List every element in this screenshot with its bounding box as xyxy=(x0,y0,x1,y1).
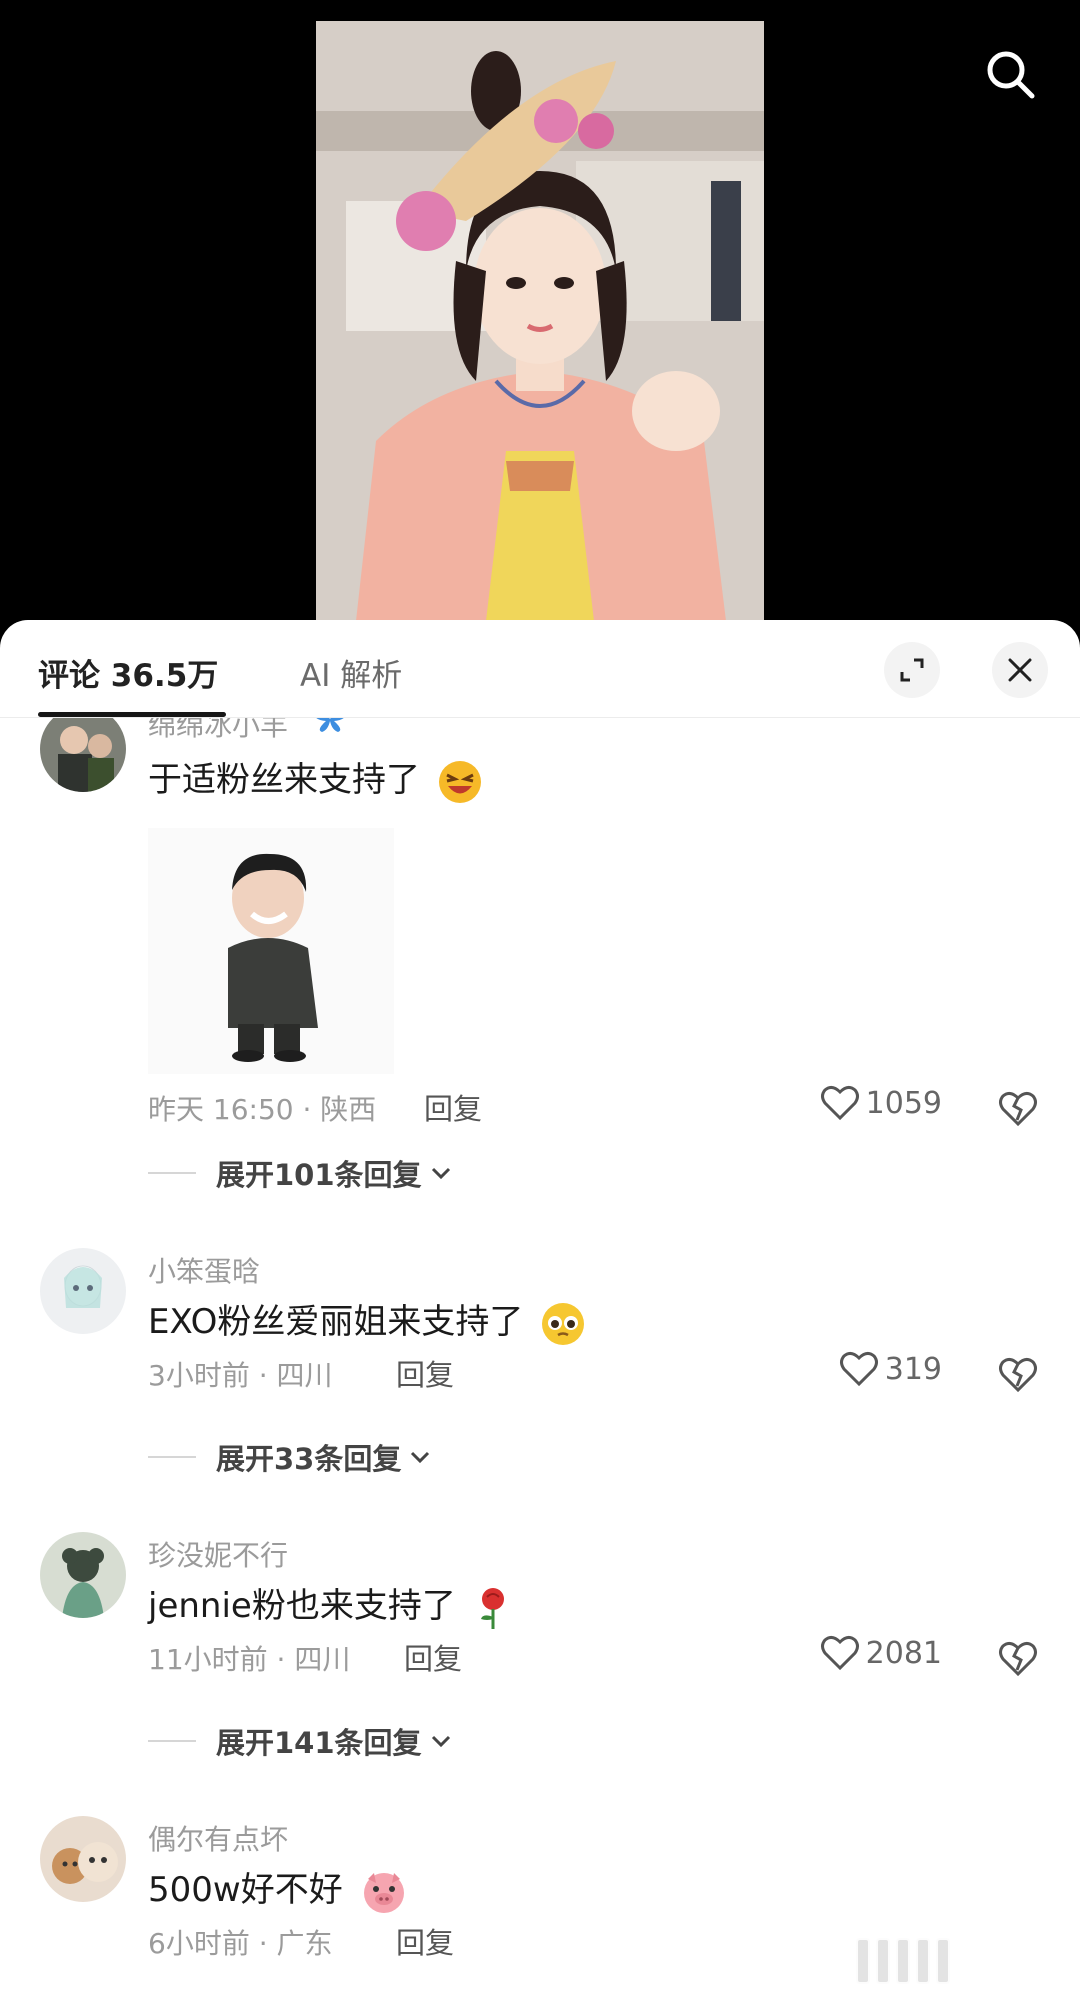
sticker-image xyxy=(148,828,394,1074)
expand-replies-button[interactable]: 展开101条回复 xyxy=(148,1152,454,1194)
comment-username[interactable]: 绵绵冰小羊 xyxy=(148,718,288,744)
heart-icon xyxy=(820,1085,859,1121)
comment-username[interactable]: 小笨蛋晗 xyxy=(148,1250,260,1290)
comment-sheet: 评论 36.5万 AI 解析 绵绵冰小羊 于适粉丝来支持了 昨天 16:50 ·… xyxy=(0,620,1080,2003)
comment-time-location: 6小时前 · 广东 xyxy=(148,1927,333,1960)
comment-item: 珍没妮不行 jennie粉也来支持了 11小时前 · 四川 回复 2081 xyxy=(0,1532,1080,1692)
comment-list[interactable]: 绵绵冰小羊 于适粉丝来支持了 昨天 16:50 · 陕西 回复 1059 展开1… xyxy=(0,718,1080,2003)
watermark-logo xyxy=(856,1938,950,1984)
heart-icon xyxy=(839,1351,878,1387)
comment-sticker[interactable] xyxy=(148,828,394,1074)
like-count: 319 xyxy=(884,1351,942,1387)
video-thumbnail xyxy=(316,21,764,621)
video-frame[interactable] xyxy=(316,21,764,621)
avatar[interactable] xyxy=(40,1248,126,1334)
like-button[interactable]: 1059 xyxy=(820,1084,942,1122)
butterfly-icon xyxy=(316,718,344,732)
avatar[interactable] xyxy=(40,718,126,792)
laughing-emoji-icon xyxy=(438,760,481,803)
reply-button[interactable]: 回复 xyxy=(424,1086,482,1128)
expand-sheet-button[interactable] xyxy=(884,642,940,698)
comment-item: 小笨蛋晗 EXO粉丝爱丽姐来支持了 3小时前 · 四川 回复 319 xyxy=(0,1248,1080,1408)
avatar[interactable] xyxy=(40,1816,126,1902)
comment-username[interactable]: 珍没妮不行 xyxy=(148,1534,288,1574)
chevron-down-icon xyxy=(431,1167,450,1180)
tab-ai-analysis[interactable]: AI 解析 xyxy=(300,650,402,695)
comment-time-location: 3小时前 · 四川 xyxy=(148,1359,333,1392)
search-icon xyxy=(987,51,1035,99)
like-button[interactable]: 2081 xyxy=(820,1634,942,1672)
rose-emoji-icon xyxy=(480,1587,504,1629)
broken-heart-icon[interactable] xyxy=(996,1352,1040,1396)
sheet-header: 评论 36.5万 AI 解析 xyxy=(0,620,1080,718)
comment-text: 于适粉丝来支持了 xyxy=(148,752,483,805)
chevron-down-icon xyxy=(411,1451,430,1464)
reply-button[interactable]: 回复 xyxy=(404,1636,462,1678)
comment-time-location: 昨天 16:50 · 陕西 xyxy=(148,1093,377,1126)
reply-button[interactable]: 回复 xyxy=(396,1920,454,1962)
pig-emoji-icon xyxy=(363,1872,404,1913)
broken-heart-icon[interactable] xyxy=(996,1086,1040,1130)
tab-comments[interactable]: 评论 36.5万 xyxy=(38,650,218,695)
comment-text: EXO粉丝爱丽姐来支持了 xyxy=(148,1294,586,1347)
like-button[interactable]: 319 xyxy=(839,1350,942,1388)
comment-text: jennie粉也来支持了 xyxy=(148,1578,513,1631)
chevron-down-icon xyxy=(431,1735,450,1748)
heart-icon xyxy=(820,1635,859,1671)
reply-button[interactable]: 回复 xyxy=(396,1352,454,1394)
avatar[interactable] xyxy=(40,1532,126,1618)
active-tab-indicator xyxy=(38,712,226,717)
comment-time-location: 11小时前 · 四川 xyxy=(148,1643,351,1676)
comment-item: 绵绵冰小羊 于适粉丝来支持了 昨天 16:50 · 陕西 回复 1059 xyxy=(0,718,1080,1146)
comment-username[interactable]: 偶尔有点坏 xyxy=(148,1818,288,1858)
expand-icon xyxy=(900,658,924,682)
video-area[interactable] xyxy=(0,0,1080,640)
close-sheet-button[interactable] xyxy=(992,642,1048,698)
pleading-emoji-icon xyxy=(542,1302,585,1345)
comment-text: 500w好不好 xyxy=(148,1862,408,1915)
broken-heart-icon[interactable] xyxy=(996,1636,1040,1680)
close-icon xyxy=(1008,658,1032,682)
expand-replies-button[interactable]: 展开33条回复 xyxy=(148,1436,433,1478)
like-count: 1059 xyxy=(865,1085,942,1121)
like-count: 2081 xyxy=(865,1635,942,1671)
search-button[interactable] xyxy=(978,42,1042,106)
expand-replies-button[interactable]: 展开141条回复 xyxy=(148,1720,454,1762)
